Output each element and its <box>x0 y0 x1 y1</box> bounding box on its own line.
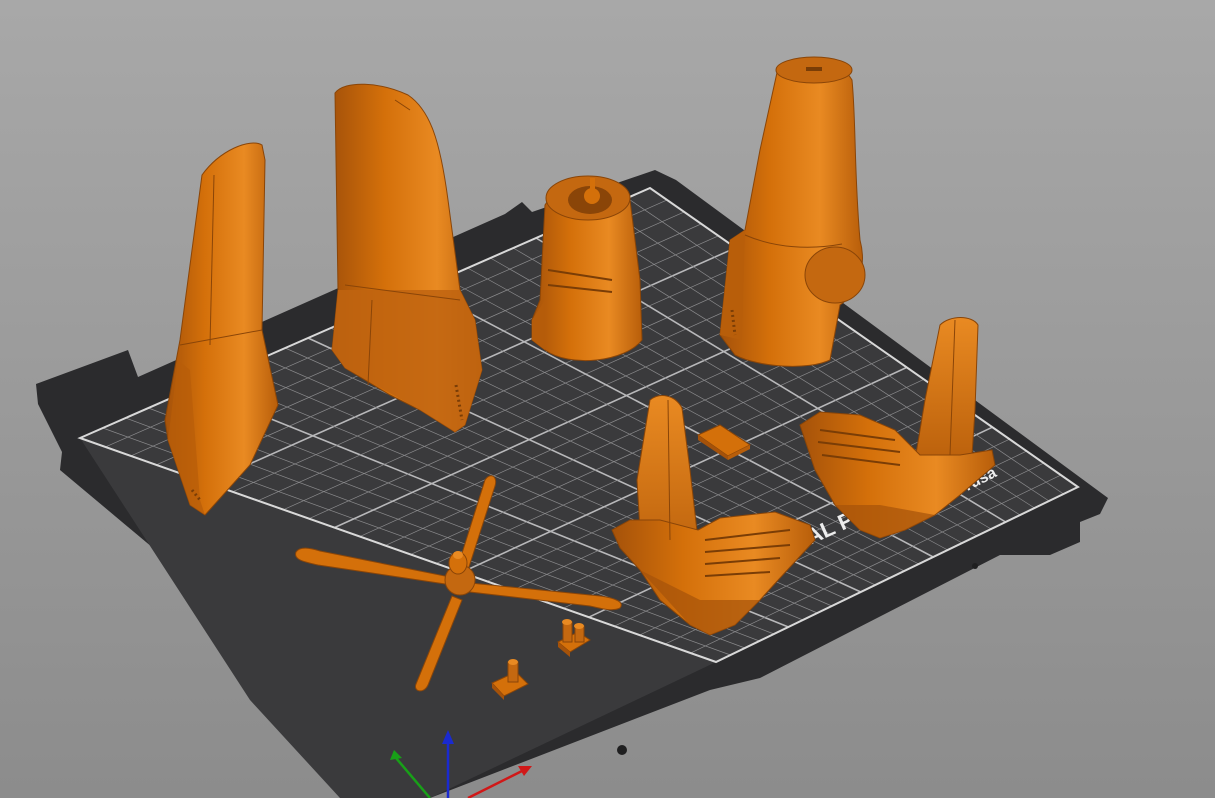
bed-hole <box>972 563 978 569</box>
viewport-scene[interactable]: AL PR l Prusa <box>0 0 1215 798</box>
bed-hole <box>617 745 627 755</box>
3d-viewport[interactable]: AL PR l Prusa <box>0 0 1215 798</box>
model-engine-cowling[interactable] <box>531 175 643 362</box>
